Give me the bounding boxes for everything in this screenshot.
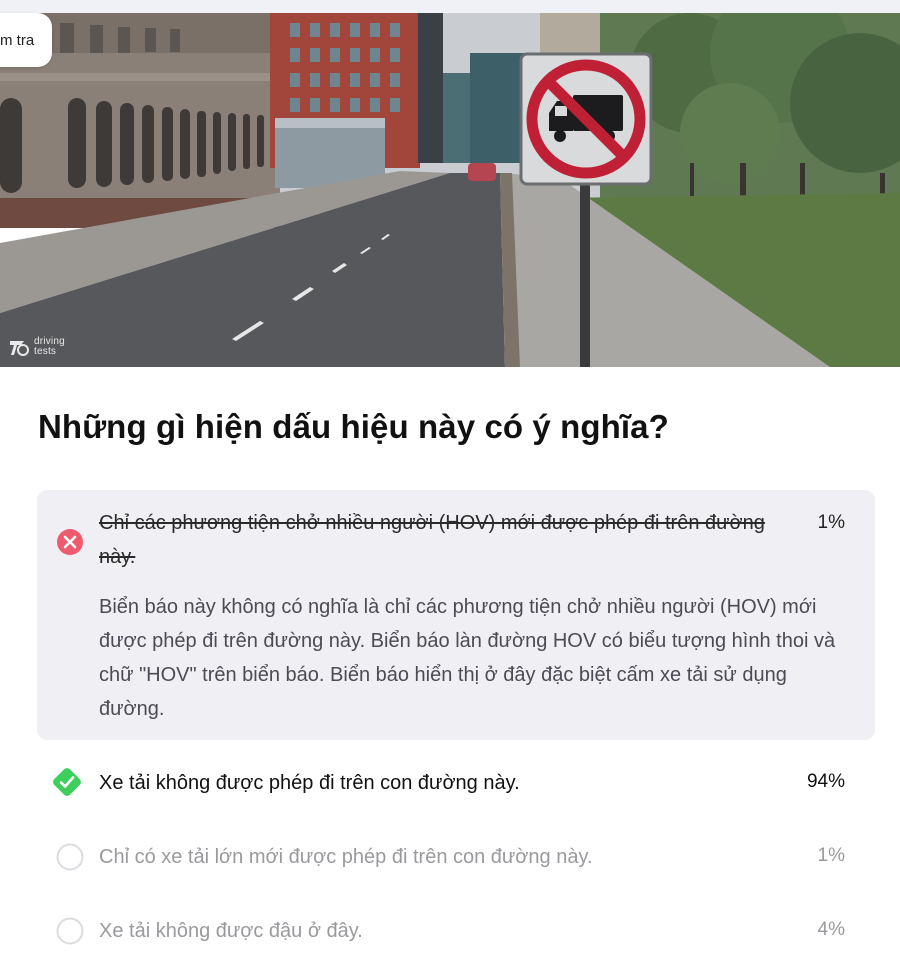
answer-option-correct[interactable]: Xe tải không được phép đi trên con đường… [37,762,875,804]
top-strip [0,0,900,13]
question-title: Những gì hiện dấu hiệu này có ý nghĩa? [38,408,669,445]
driving-tests-watermark: driving tests [8,337,65,357]
answer-percent: 4% [817,919,845,940]
answer-percent: 1% [817,845,845,866]
answer-percent: 1% [817,512,845,533]
answer-text: Chỉ có xe tải lớn mới được phép đi trên … [99,846,593,868]
empty-circle-icon [56,843,84,871]
answer-percent: 94% [806,771,845,792]
driving-tests-logo-icon [10,341,29,356]
check-diamond-icon [53,768,81,796]
empty-circle-icon [56,917,84,945]
answer-text: Xe tải không được đậu ở đây. [99,920,363,942]
answer-option[interactable]: Chỉ có xe tải lớn mới được phép đi trên … [37,836,875,878]
answer-text: Xe tải không được phép đi trên con đường… [99,772,520,794]
answer-text: Chỉ các phương tiện chở nhiều người (HOV… [99,512,765,568]
check-button-label: m tra [0,31,35,49]
x-circle-icon [57,529,83,555]
answer-explanation: Biển báo này không có nghĩa là chỉ các p… [99,596,836,720]
question-image [0,13,900,367]
answer-option[interactable]: Xe tải không được đậu ở đây. 4% [37,910,875,952]
brand-line-2: tests [34,346,57,357]
answer-option-wrong[interactable]: Chỉ các phương tiện chở nhiều người (HOV… [37,490,875,740]
check-button[interactable]: m tra [0,13,53,67]
